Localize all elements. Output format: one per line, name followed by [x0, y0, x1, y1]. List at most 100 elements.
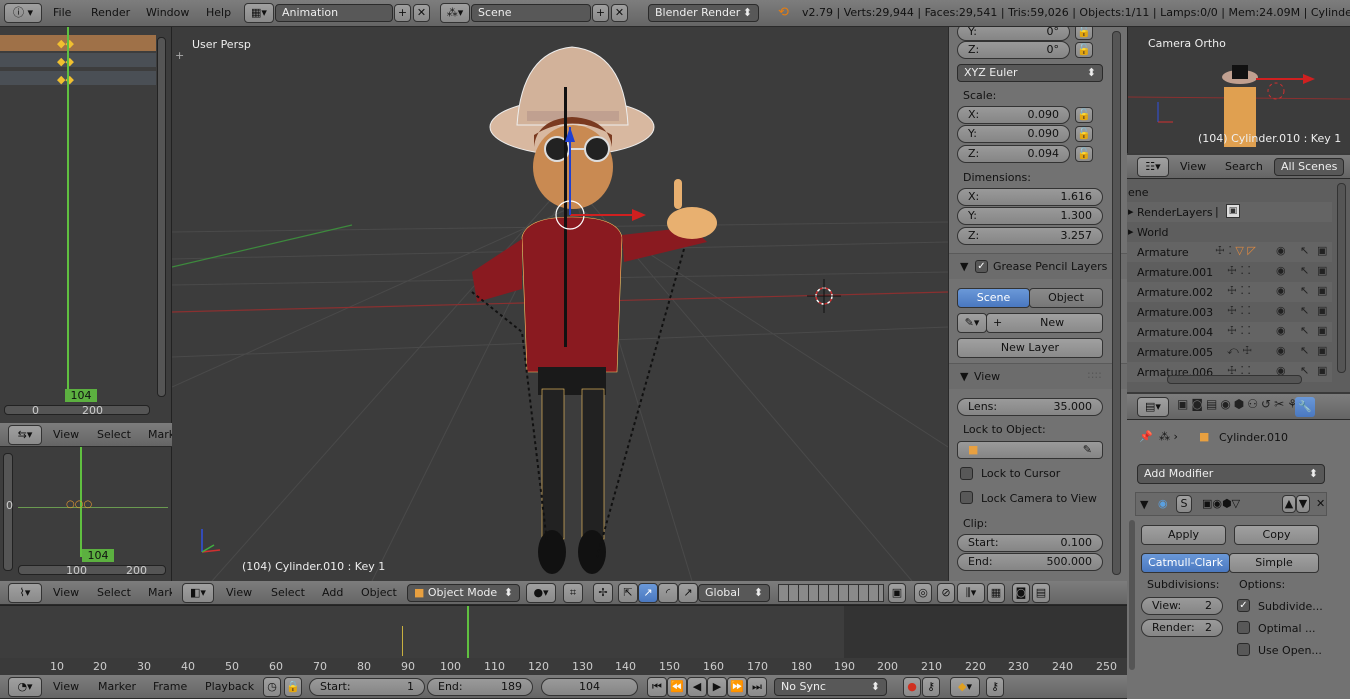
- sync-dropdown[interactable]: No Sync ⬍: [774, 678, 887, 696]
- rotation-z-field[interactable]: Z: 0°: [957, 41, 1070, 59]
- cursor-icon[interactable]: ↖: [1300, 304, 1309, 317]
- render-engine-dropdown[interactable]: Blender Render ⬍: [648, 4, 759, 22]
- snap-icon[interactable]: ⊘: [937, 583, 955, 603]
- properties-n-panel[interactable]: Y: 0° 🔓 Z: 0° 🔓 XYZ Euler ⬍ Scale: X: 0.090 …: [948, 27, 1127, 581]
- drag-handle-icon[interactable]: ::::: [1087, 368, 1102, 381]
- next-keyframe-icon[interactable]: ⏩: [727, 677, 747, 697]
- optimal-display-checkbox[interactable]: [1237, 621, 1250, 634]
- render-animation-icon[interactable]: ▤: [1032, 583, 1050, 603]
- menu-select[interactable]: Select: [97, 586, 131, 599]
- lock-camera-checkbox[interactable]: [960, 491, 973, 504]
- eye-icon[interactable]: ◉: [1276, 304, 1286, 317]
- properties-tabs[interactable]: ▣◙▤◉⬢⚇↺✂⚘: [1177, 397, 1349, 417]
- graph-editor-icon[interactable]: ⌇▾: [8, 583, 42, 603]
- scene-field[interactable]: Scene: [471, 4, 591, 22]
- properties-area[interactable]: 📌 ⁂ › ■ Cylinder.010 Add Modifier ⬍ ▼ ◉ S…: [1127, 420, 1350, 699]
- copy-button[interactable]: Copy: [1234, 525, 1319, 545]
- subdivide-uvs-checkbox[interactable]: ✓: [1237, 599, 1250, 612]
- jump-end-icon[interactable]: ⏭: [747, 677, 767, 697]
- menu-select[interactable]: Select: [271, 586, 305, 599]
- add-scene-button[interactable]: +: [592, 4, 609, 22]
- render-layer-icon[interactable]: ▣: [1226, 204, 1240, 218]
- npanel-scrollbar[interactable]: [1112, 31, 1121, 575]
- proportional-edit-icon[interactable]: ◎: [914, 583, 932, 603]
- keyframe-icon[interactable]: ◆◆: [57, 73, 74, 86]
- render-icon[interactable]: ▣: [1317, 364, 1327, 377]
- eye-icon[interactable]: ◉: [1276, 324, 1286, 337]
- pin-icon[interactable]: 📌: [1139, 430, 1153, 443]
- use-opensubdiv-checkbox[interactable]: [1237, 643, 1250, 656]
- menu-add[interactable]: Add: [322, 586, 343, 599]
- menu-marker[interactable]: Marker: [98, 680, 136, 693]
- keyframe-icon[interactable]: ◆◆: [57, 55, 74, 68]
- properties-editor-icon[interactable]: ▤▾: [1137, 397, 1169, 417]
- dopesheet-editor-icon[interactable]: ⇆▾: [8, 425, 42, 445]
- dimension-x-field[interactable]: X: 1.616: [957, 188, 1103, 206]
- lock-object-field[interactable]: ■ ✎: [957, 441, 1103, 459]
- current-frame-field[interactable]: 104: [541, 678, 638, 696]
- keying-set-dropdown-icon[interactable]: ⚷: [986, 677, 1004, 697]
- gp-new-button[interactable]: + New: [986, 313, 1103, 333]
- cursor-icon[interactable]: ↖: [1300, 364, 1309, 377]
- keying-set-icon[interactable]: ⚷: [922, 677, 940, 697]
- auto-keyframe-icon[interactable]: ●: [903, 677, 921, 697]
- info-editor-button[interactable]: ⓘ ▾: [4, 3, 42, 23]
- orientation-dropdown[interactable]: Global ⬍: [698, 584, 770, 602]
- dimension-z-field[interactable]: Z: 3.257: [957, 227, 1103, 245]
- lock-icon[interactable]: 🔓: [1075, 107, 1093, 123]
- outliner-row[interactable]: Armature.002 ☩ ⁚ ⁚ ◉ ↖ ▣: [1127, 282, 1332, 302]
- remove-layout-button[interactable]: ✕: [413, 4, 430, 22]
- menu-view[interactable]: View: [53, 680, 79, 693]
- mode-dropdown[interactable]: ■ Object Mode ⬍: [407, 584, 520, 602]
- rotation-mode-dropdown[interactable]: XYZ Euler ⬍: [957, 64, 1103, 82]
- render-icon[interactable]: ▣: [1317, 264, 1327, 277]
- pivot-icon[interactable]: ⌗: [563, 583, 583, 603]
- lock-time-icon[interactable]: 🔒: [284, 677, 302, 697]
- lock-cursor-checkbox[interactable]: [960, 467, 973, 480]
- eye-icon[interactable]: ◉: [1276, 264, 1286, 277]
- menu-view[interactable]: View: [53, 428, 79, 441]
- eye-icon[interactable]: ◉: [1276, 244, 1286, 257]
- outliner-row[interactable]: Armature.003 ☩ ⁚ ⁚ ◉ ↖ ▣: [1127, 302, 1332, 322]
- cursor-icon[interactable]: ↖: [1300, 284, 1309, 297]
- lock-icon[interactable]: 🔓: [1075, 27, 1093, 40]
- 3d-viewport[interactable]: User Persp + (104) Cylinder.010 : Key 1: [172, 27, 948, 581]
- camera-viewport[interactable]: Camera Ortho (104) Cylinder.010 : Key 1: [1127, 27, 1350, 153]
- gp-new-layer-button[interactable]: New Layer: [957, 338, 1103, 358]
- clip-end-field[interactable]: End: 500.000: [957, 553, 1103, 571]
- curve-handle-icon[interactable]: ○○○: [66, 499, 92, 510]
- play-icon[interactable]: ▶: [707, 677, 727, 697]
- menu-frame[interactable]: Frame: [153, 680, 187, 693]
- menu-window[interactable]: Window: [146, 6, 189, 19]
- catmull-clark-tab[interactable]: Catmull-Clark: [1141, 553, 1230, 573]
- shading-dropdown[interactable]: ●▾: [526, 583, 556, 603]
- outliner-row[interactable]: Armature ☩ ⁚ ▽ ◸ ◉ ↖ ▣: [1127, 242, 1332, 262]
- display-mode-dropdown[interactable]: All Scenes: [1274, 158, 1344, 176]
- translate-icon[interactable]: ⇱: [618, 583, 638, 603]
- pencil-icon[interactable]: ✎▾: [957, 313, 987, 333]
- gp-scene-tab[interactable]: Scene: [957, 288, 1030, 308]
- menu-search[interactable]: Search: [1225, 160, 1263, 173]
- rotation-y-field[interactable]: Y: 0°: [957, 27, 1070, 41]
- grease-pencil-checkbox[interactable]: ✓: [975, 260, 988, 273]
- menu-view[interactable]: View: [53, 586, 79, 599]
- end-frame-field[interactable]: End: 189: [427, 678, 533, 696]
- screen-layout-icon[interactable]: ▦▾: [244, 3, 274, 23]
- keyframe-icon[interactable]: ◆◆: [57, 37, 74, 50]
- properties-scrollbar[interactable]: [1129, 520, 1135, 670]
- add-modifier-dropdown[interactable]: Add Modifier ⬍: [1137, 464, 1325, 484]
- grease-pencil-panel-header[interactable]: ▼ ✓ Grease Pencil Layers: [949, 253, 1127, 279]
- menu-file[interactable]: File: [53, 6, 71, 19]
- prev-keyframe-icon[interactable]: ⏪: [667, 677, 687, 697]
- insert-keyframe-icon[interactable]: ◆▾: [950, 677, 980, 697]
- outliner-hscrollbar[interactable]: [1167, 375, 1302, 384]
- lock-layers-icon[interactable]: ▣: [888, 583, 906, 603]
- menu-playback[interactable]: Playback: [205, 680, 254, 693]
- viewport-plus-icon[interactable]: +: [175, 49, 184, 62]
- render-icon[interactable]: ▣: [1317, 244, 1327, 257]
- 3d-view-editor-icon[interactable]: ◧▾: [182, 583, 214, 603]
- render-icon[interactable]: ▣: [1317, 304, 1327, 317]
- screen-layout-field[interactable]: Animation: [275, 4, 393, 22]
- scale-z-field[interactable]: Z: 0.094: [957, 145, 1070, 163]
- outliner-editor-icon[interactable]: ☷▾: [1137, 157, 1169, 177]
